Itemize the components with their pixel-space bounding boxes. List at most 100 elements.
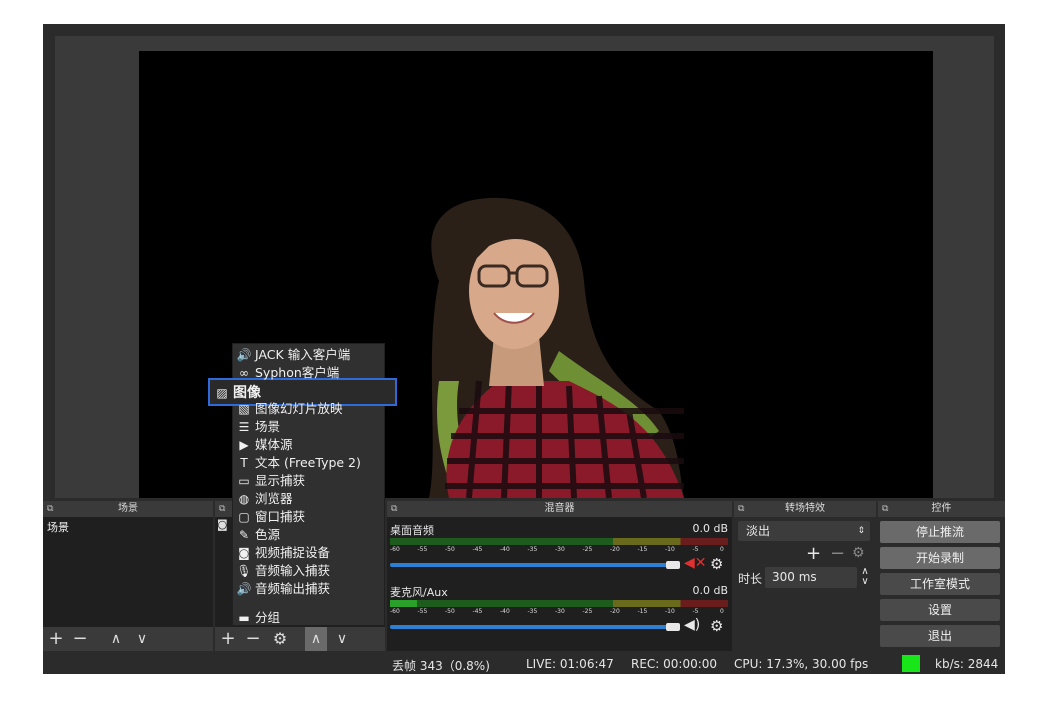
- gear-icon[interactable]: ⚙: [852, 545, 865, 561]
- mixer-dock-title: 混音器: [544, 503, 575, 514]
- remove-transition-icon[interactable]: −: [830, 543, 845, 564]
- meter-tick-label: -55: [417, 546, 428, 553]
- speaker-icon[interactable]: ◀): [684, 617, 700, 633]
- speaker-icon: 🔊: [236, 348, 252, 362]
- pin-icon[interactable]: ⧉: [391, 501, 397, 517]
- folder-icon: ▬: [238, 611, 250, 625]
- menu-item[interactable]: ▢ 窗口捕获: [232, 508, 385, 526]
- add-transition-icon[interactable]: +: [806, 543, 821, 564]
- pin-icon[interactable]: ⧉: [47, 501, 53, 517]
- menu-item[interactable]: ▭ 显示捕获: [232, 472, 385, 490]
- menu-item-label: Syphon客户端: [255, 365, 340, 380]
- studio-mode-button[interactable]: 工作室模式: [880, 573, 1000, 595]
- sources-toolbar: + − ⚙ ∧ ∨: [215, 627, 385, 651]
- menu-item[interactable]: 🔊 JACK 输入客户端: [232, 346, 385, 364]
- mixer-dock-header: ⧉ 混音器: [387, 501, 732, 517]
- pin-icon[interactable]: ⧉: [219, 501, 225, 517]
- transitions-dock-title: 转场特效: [785, 503, 825, 514]
- menu-item-label: 文本 (FreeType 2): [255, 455, 361, 470]
- syphon-icon: ∞: [239, 366, 249, 380]
- menu-item[interactable]: ∞ Syphon客户端: [232, 364, 385, 382]
- bitrate: kb/s: 2844: [935, 657, 999, 671]
- meter-tick-label: -15: [637, 608, 648, 615]
- volume-slider-knob[interactable]: [666, 561, 680, 569]
- rec-time: REC: 00:00:00: [631, 657, 718, 671]
- meter-tick-label: -60: [390, 608, 400, 615]
- meter-tick-label: -35: [527, 546, 538, 553]
- meter-tick-label: -55: [417, 608, 428, 615]
- menu-item-label: 窗口捕获: [255, 509, 306, 524]
- meter-scale: -60 -55 -50 -45 -40 -35 -30 -25 -20 -15 -10 -5 0: [390, 546, 728, 555]
- gear-icon[interactable]: ⚙: [710, 555, 723, 573]
- start-recording-button[interactable]: 开始录制: [880, 547, 1000, 569]
- move-down-icon[interactable]: ∨: [131, 627, 153, 651]
- scenes-list[interactable]: 场景: [43, 517, 213, 627]
- stream-health-indicator: [902, 655, 920, 672]
- volume-slider[interactable]: [390, 563, 680, 567]
- move-up-icon[interactable]: ∧: [305, 627, 327, 651]
- muted-speaker-icon[interactable]: ◀✕: [684, 555, 707, 571]
- menu-item[interactable]: ◍ 浏览器: [232, 490, 385, 508]
- menu-item[interactable]: ◙ 视频捕捉设备: [232, 544, 385, 562]
- meter-tick-label: -25: [582, 608, 593, 615]
- duration-value: 300 ms: [772, 570, 817, 584]
- duration-stepper[interactable]: ∧ ∨: [858, 567, 872, 588]
- meter-tick-label: -50: [445, 546, 455, 553]
- add-source-icon[interactable]: +: [217, 627, 239, 651]
- menu-item[interactable]: 🎙 音频输入捕获: [232, 562, 385, 580]
- menu-item[interactable]: T 文本 (FreeType 2): [232, 454, 385, 472]
- menu-item-label: 分组: [255, 610, 281, 625]
- pin-icon[interactable]: ⧉: [738, 501, 744, 517]
- add-scene-icon[interactable]: +: [45, 627, 67, 651]
- settings-button[interactable]: 设置: [880, 599, 1000, 621]
- menu-item[interactable]: 🔊 音频输出捕获: [232, 580, 385, 598]
- menu-item-label: 媒体源: [255, 437, 293, 452]
- meter-tick-label: -35: [527, 608, 538, 615]
- meter-tick-label: -5: [692, 608, 699, 615]
- exit-button[interactable]: 退出: [880, 625, 1000, 647]
- camera-source-icon: ◙: [217, 518, 228, 531]
- pin-icon[interactable]: ⧉: [882, 501, 888, 517]
- meter-tick-label: 0: [720, 546, 724, 553]
- move-up-icon[interactable]: ∧: [105, 627, 127, 651]
- remove-scene-icon[interactable]: −: [69, 627, 91, 651]
- slideshow-icon: ▧: [238, 402, 250, 416]
- monitor-icon: ▭: [238, 474, 250, 488]
- cpu-fps: CPU: 17.3%, 30.00 fps: [734, 657, 869, 671]
- channel-name: 麦克风/Aux: [390, 586, 448, 599]
- menu-item[interactable]: ▶ 媒体源: [232, 436, 385, 454]
- duration-input[interactable]: 300 ms: [765, 567, 857, 588]
- volume-meter: [390, 600, 728, 607]
- mic-icon: 🎙: [236, 564, 252, 578]
- scene-item[interactable]: 场景: [47, 519, 69, 535]
- menu-item[interactable]: ✎ 色源: [232, 526, 385, 544]
- gear-icon[interactable]: ⚙: [269, 627, 291, 651]
- brush-icon: ✎: [238, 528, 250, 542]
- volume-slider-knob[interactable]: [666, 623, 680, 631]
- transition-select[interactable]: 淡出 ⇕: [738, 521, 870, 541]
- meter-tick-label: -10: [665, 546, 675, 553]
- scenes-toolbar: + − ∧ ∨: [43, 627, 213, 651]
- gear-icon[interactable]: ⚙: [710, 617, 723, 635]
- meter-tick-label: -5: [692, 546, 699, 553]
- globe-icon: ◍: [238, 492, 250, 506]
- chevron-updown-icon: ⇕: [857, 526, 865, 536]
- volume-slider[interactable]: [390, 625, 680, 629]
- transition-selected: 淡出: [746, 524, 771, 538]
- text-icon: T: [240, 456, 248, 470]
- move-down-icon[interactable]: ∨: [331, 627, 353, 651]
- menu-item[interactable]: ☰ 场景: [232, 418, 385, 436]
- volume-meter: [390, 538, 728, 545]
- meter-tick-label: -45: [472, 546, 483, 553]
- stop-streaming-button[interactable]: 停止推流: [880, 521, 1000, 543]
- image-icon: ▨: [216, 386, 228, 400]
- remove-source-icon[interactable]: −: [242, 627, 264, 651]
- menu-item-label: 场景: [255, 419, 281, 434]
- meter-tick-label: -15: [637, 546, 648, 553]
- menu-item[interactable]: ▬ 分组: [232, 609, 385, 627]
- menu-item[interactable]: ▧ 图像幻灯片放映: [232, 400, 385, 418]
- play-icon: ▶: [239, 438, 249, 452]
- channel-name: 桌面音频: [390, 524, 434, 537]
- meter-scale: -60 -55 -50 -45 -40 -35 -30 -25 -20 -15 -10 -5 0: [390, 608, 728, 617]
- controls-dock-title: 控件: [931, 503, 952, 514]
